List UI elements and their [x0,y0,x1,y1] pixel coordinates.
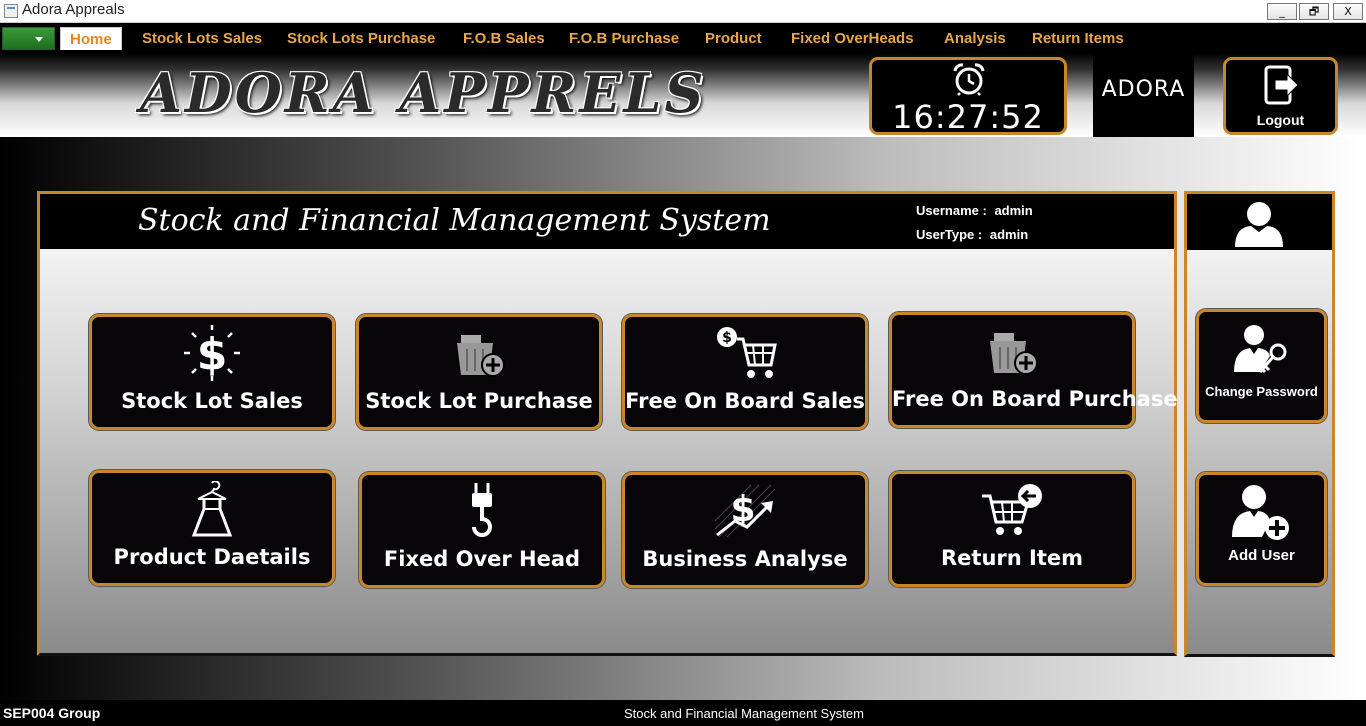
alarm-clock-icon [953,63,985,96]
window-title-bar: Adora Appreals _ 🗗 X [0,0,1366,23]
menu-item-fixed-overheads[interactable]: Fixed OverHeads [791,27,914,50]
close-button[interactable]: X [1333,3,1363,20]
svg-text:$: $ [197,329,228,380]
username-value: admin [994,203,1033,218]
basket-add-icon [990,333,1038,375]
tile-stock-lot-sales[interactable]: $ Stock Lot Sales [89,314,335,430]
dollar-growth-icon: $ [714,484,776,538]
tile-label: Product Daetails [113,545,311,569]
usertype-label: UserType : [916,227,983,242]
logout-icon [1264,65,1299,105]
tile-fixed-over-head[interactable]: Fixed Over Head [359,472,605,588]
tile-label: Return Item [941,546,1083,570]
username-label: Username : [916,203,987,218]
menu-item-stock-lots-purchase[interactable]: Stock Lots Purchase [287,27,435,50]
chevron-down-icon [35,37,43,42]
panel-header: Stock and Financial Management System Us… [40,194,1174,249]
restore-button[interactable]: 🗗 [1299,3,1329,20]
user-side-panel: Change Password Add User [1184,191,1335,657]
tile-stock-lot-purchase[interactable]: Stock Lot Purchase [356,314,602,430]
usertype-value: admin [989,227,1029,242]
shopping-cart-dollar-icon: $ [717,327,777,378]
menu-item-analysis[interactable]: Analysis [944,27,1006,50]
tile-label: Fixed Over Head [383,547,581,571]
status-group-name: SEP004 Group [3,705,101,721]
menu-item-stock-lots-sales[interactable]: Stock Lots Sales [142,27,262,50]
user-key-icon [1234,325,1287,374]
user-icon [1235,202,1283,247]
svg-text:$: $ [722,330,732,346]
logout-button[interactable]: Logout [1223,57,1338,135]
menu-dropdown-button[interactable] [2,27,55,50]
status-app-name: Stock and Financial Management System [624,706,864,721]
basket-add-icon [457,335,505,377]
page-title: Stock and Financial Management System [138,203,771,238]
brand-title: ADORA APPRELS [140,61,707,125]
cart-return-icon [982,484,1042,535]
tile-return-item[interactable]: Return Item [889,471,1135,587]
menu-bar: Home Stock Lots Sales Stock Lots Purchas… [0,24,1366,53]
clock-time: 16:27:52 [892,98,1044,136]
add-user-label: Add User [1228,547,1295,564]
clock-display: 16:27:52 [869,57,1067,136]
tile-product-details[interactable]: Product Daetails [89,470,335,586]
change-password-label: Change Password [1205,384,1318,399]
side-header [1187,194,1332,250]
tile-label: Stock Lot Purchase [365,389,593,413]
menu-item-fob-purchase[interactable]: F.O.B Purchase [569,27,679,50]
app-icon [4,4,18,18]
username-row: Username : admin [916,203,1033,218]
tile-label: Stock Lot Sales [121,389,303,413]
dashboard-panel: Stock and Financial Management System Us… [37,191,1178,656]
add-user-button[interactable]: Add User [1196,472,1327,586]
dress-icon [191,481,233,537]
logo-text: ADORA [1101,77,1186,102]
tile-label: Business Analyse [642,547,848,571]
window-title: Adora Appreals [22,1,125,18]
logout-label: Logout [1256,112,1305,128]
tile-label: Free On Board Purchase [892,387,1178,411]
crane-hook-icon [472,483,492,537]
menu-item-fob-sales[interactable]: F.O.B Sales [463,27,545,50]
usertype-row: UserType : admin [916,227,1028,242]
logo: ADORA [1093,53,1194,137]
status-bar: SEP004 Group Stock and Financial Managem… [0,700,1366,726]
header-banner: ADORA APPRELS 16:27:52 ADORA Logout [0,53,1366,137]
tile-free-on-board-purchase[interactable]: Free On Board Purchase [889,312,1178,428]
menu-item-home[interactable]: Home [60,27,122,50]
tile-free-on-board-sales[interactable]: $ Free On Board Sales [622,314,868,430]
change-password-button[interactable]: Change Password [1196,309,1327,423]
user-add-icon [1232,485,1289,540]
dollar-sign-icon: $ [184,325,240,381]
tile-business-analyse[interactable]: $ Business Analyse [622,472,868,588]
menu-item-product[interactable]: Product [705,27,762,50]
minimize-button[interactable]: _ [1267,3,1297,20]
menu-item-return-items[interactable]: Return Items [1032,27,1124,50]
tile-label: Free On Board Sales [625,389,865,413]
